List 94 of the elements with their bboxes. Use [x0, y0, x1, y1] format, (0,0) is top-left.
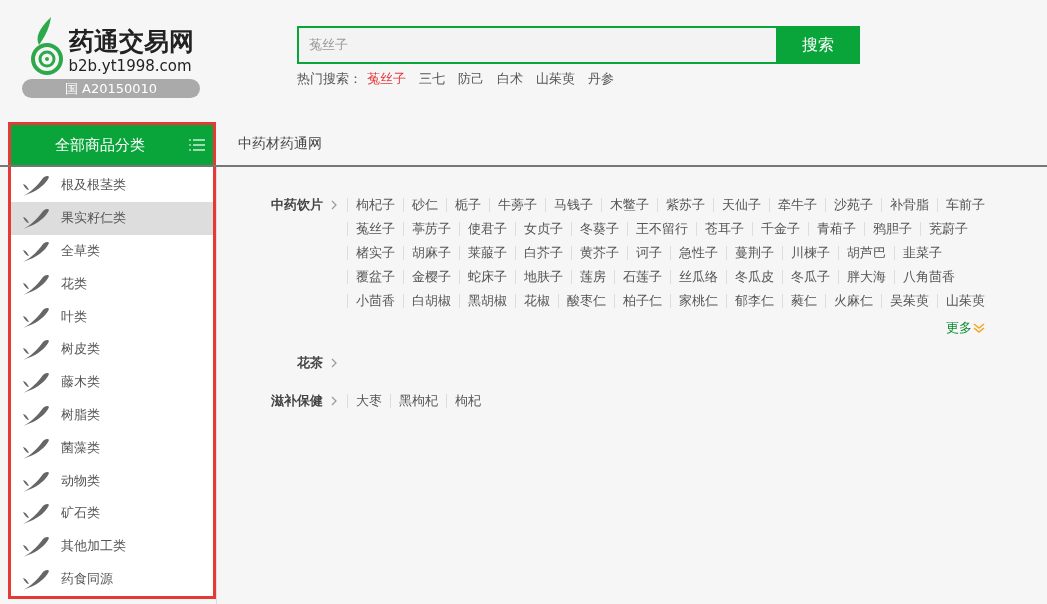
nav-link[interactable]: 中药材药通网 [238, 134, 322, 153]
herb-link[interactable]: 胡芦巴 [838, 246, 894, 260]
menu-icon [189, 139, 205, 151]
herb-link[interactable]: 八角茴香 [894, 270, 963, 284]
category-item[interactable]: 其他加工类 [11, 529, 213, 563]
herb-link[interactable]: 郁李仁 [726, 294, 782, 308]
category-item[interactable]: 根及根茎类 [11, 169, 213, 202]
herb-link[interactable]: 女贞子 [515, 222, 571, 236]
herb-link[interactable]: 莲房 [571, 270, 614, 284]
logo-swirl-icon [28, 15, 65, 75]
chevron-right-icon [331, 358, 337, 368]
herb-link[interactable]: 紫苏子 [657, 198, 713, 212]
herb-link[interactable]: 补骨脂 [881, 198, 937, 212]
herb-link[interactable]: 茺蔚子 [920, 222, 976, 236]
double-chevron-down-icon [973, 323, 985, 333]
herb-link[interactable]: 沙苑子 [825, 198, 881, 212]
herb-link[interactable]: 火麻仁 [825, 294, 881, 308]
herb-link[interactable]: 柏子仁 [614, 294, 670, 308]
herb-link[interactable]: 地肤子 [515, 270, 571, 284]
herb-link[interactable]: 千金子 [752, 222, 808, 236]
herb-link[interactable]: 胡麻子 [403, 246, 459, 260]
herb-link[interactable]: 黑枸杞 [390, 394, 446, 408]
herb-link[interactable]: 冬葵子 [571, 222, 627, 236]
herb-link[interactable]: 韭菜子 [894, 246, 950, 260]
category-item[interactable]: 树皮类 [11, 333, 213, 366]
herb-link[interactable]: 砂仁 [403, 198, 446, 212]
herb-link[interactable]: 小茴香 [347, 294, 403, 308]
herb-link[interactable]: 山茱萸 [937, 294, 993, 308]
site-name: 药通交易网 [68, 27, 194, 57]
hot-search-link[interactable]: 三七 [419, 70, 445, 88]
category-item[interactable]: 树脂类 [11, 398, 213, 432]
category-item[interactable]: 果实籽仁类 [11, 201, 213, 235]
herb-link[interactable]: 菟丝子 [347, 222, 403, 236]
category-item[interactable]: 菌藻类 [11, 431, 213, 465]
herb-link[interactable]: 诃子 [627, 246, 670, 260]
herb-link[interactable]: 冬瓜子 [782, 270, 838, 284]
section-title: 花茶 [297, 354, 323, 372]
herb-link[interactable]: 车前子 [937, 198, 993, 212]
category-item[interactable]: 矿石类 [11, 496, 213, 530]
more-link[interactable]: 更多 [946, 319, 985, 337]
hot-search-link[interactable]: 防己 [458, 70, 484, 88]
herb-link[interactable]: 木鳖子 [601, 198, 657, 212]
category-item[interactable]: 药食同源 [11, 562, 213, 596]
category-item[interactable]: 花类 [11, 267, 213, 301]
herb-link[interactable]: 蔓荆子 [726, 246, 782, 260]
herb-link[interactable]: 黄芥子 [571, 246, 627, 260]
herb-link[interactable]: 吴茱萸 [881, 294, 937, 308]
herb-link[interactable]: 冬瓜皮 [726, 270, 782, 284]
herb-link[interactable]: 胖大海 [838, 270, 894, 284]
hot-search-link[interactable]: 菟丝子 [367, 70, 406, 88]
section-title: 滋补保健 [271, 392, 323, 410]
chevron-right-icon [331, 396, 337, 406]
license-badge: 国 A20150010 [22, 79, 200, 98]
hot-search-label: 热门搜索： [297, 70, 362, 88]
herb-link[interactable]: 蛇床子 [459, 270, 515, 284]
herb-link[interactable]: 楮实子 [347, 246, 403, 260]
herb-link[interactable]: 鸦胆子 [864, 222, 920, 236]
herb-link[interactable]: 丝瓜络 [670, 270, 726, 284]
section-title: 中药饮片 [271, 196, 323, 214]
herb-link[interactable]: 枸杞 [446, 394, 489, 408]
herb-link[interactable]: 枸杞子 [347, 198, 403, 212]
herb-link[interactable]: 莱菔子 [459, 246, 515, 260]
herb-link[interactable]: 大枣 [347, 394, 390, 408]
herb-link[interactable]: 牵牛子 [769, 198, 825, 212]
herb-link[interactable]: 花椒 [515, 294, 558, 308]
herb-link[interactable]: 覆盆子 [347, 270, 403, 284]
herb-link[interactable]: 青葙子 [808, 222, 864, 236]
herb-link[interactable]: 家桃仁 [670, 294, 726, 308]
herb-link[interactable]: 急性子 [670, 246, 726, 260]
herb-link[interactable]: 王不留行 [627, 222, 696, 236]
herb-link[interactable]: 蕤仁 [782, 294, 825, 308]
herb-link[interactable]: 白胡椒 [403, 294, 459, 308]
herb-link[interactable]: 酸枣仁 [558, 294, 614, 308]
herb-link[interactable]: 金樱子 [403, 270, 459, 284]
herb-link[interactable]: 葶苈子 [403, 222, 459, 236]
category-item[interactable]: 动物类 [11, 464, 213, 497]
herb-link[interactable]: 马钱子 [545, 198, 601, 212]
herb-link[interactable]: 白芥子 [515, 246, 571, 260]
category-item[interactable]: 全草类 [11, 234, 213, 268]
site-domain: b2b.yt1998.com [68, 57, 193, 75]
herb-link[interactable]: 栀子 [446, 198, 489, 212]
herb-link[interactable]: 石莲子 [614, 270, 670, 284]
herb-link[interactable]: 天仙子 [713, 198, 769, 212]
category-item[interactable]: 藤木类 [11, 365, 213, 399]
hot-search-link[interactable]: 白术 [497, 70, 523, 88]
hot-search-link[interactable]: 山茱萸 [536, 70, 575, 88]
herb-link[interactable]: 黑胡椒 [459, 294, 515, 308]
herb-link[interactable]: 苍耳子 [696, 222, 752, 236]
herb-link[interactable]: 使君子 [459, 222, 515, 236]
chevron-right-icon [331, 200, 337, 210]
category-item[interactable]: 叶类 [11, 300, 213, 333]
herb-link[interactable]: 川楝子 [782, 246, 838, 260]
hot-search-link[interactable]: 丹参 [588, 70, 614, 88]
herb-link[interactable]: 牛蒡子 [489, 198, 545, 212]
